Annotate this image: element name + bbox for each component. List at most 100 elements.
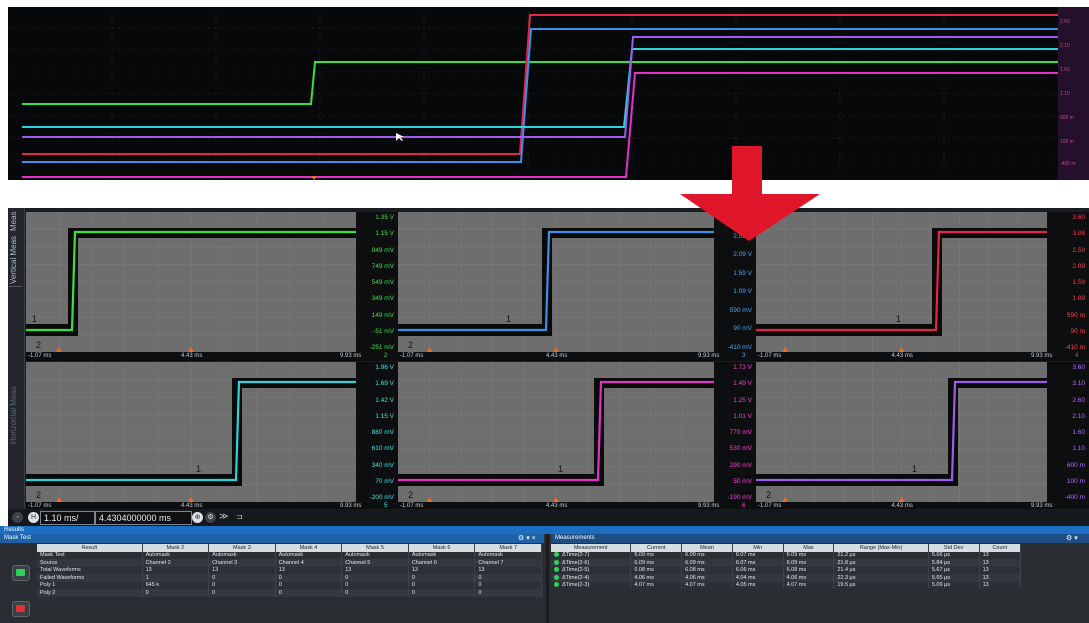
- column-header[interactable]: Mask 5: [341, 544, 409, 552]
- tab-vertical-meas[interactable]: Vertical Meas: [9, 234, 22, 287]
- mask-test-header: Mask Test: [0, 534, 544, 543]
- table-cell: 13: [979, 581, 1022, 589]
- tab-meas[interactable]: Meas: [9, 210, 22, 232]
- table-cell: 13: [474, 566, 542, 574]
- y-tick-label: 590 mV: [729, 306, 752, 314]
- mask-test-table: Result Mask 2 Mask 3 Mask 4 Mask 5 Mask 6 Mask…: [37, 544, 542, 597]
- gear-icon[interactable]: ⚙: [205, 512, 216, 523]
- y-tick-label: 590 m: [1066, 311, 1085, 319]
- position-input[interactable]: 4.4304000000 ms: [95, 511, 192, 525]
- panel-divider[interactable]: [546, 534, 549, 623]
- table-row[interactable]: ΔTime(2-6) 6.09 ms 6.09 ms 6.07 ms 6.09 ms 21…: [551, 559, 1022, 567]
- waveform-panel[interactable]: 12: [756, 362, 1047, 502]
- y-tick-label: 1.60: [1072, 429, 1085, 436]
- column-header[interactable]: Mask 2: [142, 544, 210, 552]
- table-cell: 0: [208, 574, 276, 582]
- table-cell: Channel 7: [474, 559, 542, 567]
- status-dot-icon: [554, 567, 559, 573]
- table-cell: 645 k: [142, 581, 210, 589]
- waveform-panel[interactable]: 12: [26, 212, 356, 352]
- table-cell: 6.09 ms: [630, 551, 683, 559]
- y-axis-scale[interactable]: 3.60 3.10 2.60 2.10 1.60 1.10 600 m 100 m -400 m: [1047, 362, 1089, 502]
- column-header[interactable]: Mask 7: [474, 544, 542, 552]
- column-header[interactable]: Mask 3: [208, 544, 276, 552]
- measurements-gear-icon[interactable]: ⚙ ▾: [1066, 534, 1078, 542]
- table-row[interactable]: Failed Waveforms 1 0 0 0 0 0: [37, 574, 542, 582]
- table-cell: 0: [408, 589, 476, 597]
- x-tick-label: 9.93 ms: [1031, 353, 1053, 359]
- waveform-panel[interactable]: 12: [398, 362, 714, 502]
- waveform-panel[interactable]: 12: [398, 212, 714, 352]
- scope-display[interactable]: Meas Vertical Meas Horizontal Meas ✥ 121…: [8, 208, 1089, 526]
- y-tick-label: 770 mV: [729, 429, 752, 436]
- table-row[interactable]: Poly 1 645 k00000: [37, 581, 542, 589]
- table-cell: Automask: [408, 551, 476, 559]
- timescale-knob-icon[interactable]: H: [28, 512, 39, 523]
- column-header[interactable]: Count: [979, 544, 1022, 552]
- run-mask-test-button[interactable]: [12, 565, 30, 581]
- y-tick-label: 1.15 V: [375, 412, 394, 420]
- y-tick-label: 149 mV: [371, 311, 394, 319]
- table-cell: 13: [408, 566, 476, 574]
- table-cell: ΔTime(2-4): [551, 574, 632, 582]
- horizontal-menu-icon[interactable]: ◦: [12, 512, 23, 523]
- y-tick-label: 2.59: [1072, 246, 1085, 254]
- table-row[interactable]: Poly 2000000: [37, 589, 542, 597]
- table-row[interactable]: ΔTime(2-3) 4.07 ms 4.07 ms 4.05 ms 4.07 ms 19…: [551, 581, 1022, 589]
- table-row[interactable]: Total Waveforms 13 13 13 13 13 13: [37, 566, 542, 574]
- table-cell: 0: [474, 574, 542, 582]
- table-cell: Failed Waveforms: [37, 574, 143, 582]
- play-arrow-icon[interactable]: ≫: [219, 511, 228, 522]
- table-row[interactable]: ΔTime(2-5) 6.08 ms 6.08 ms 6.06 ms 6.08 ms 21…: [551, 566, 1022, 574]
- mask-region-label: 2: [408, 340, 414, 350]
- column-header[interactable]: Mask 6: [408, 544, 476, 552]
- column-header[interactable]: Measurement: [551, 544, 632, 552]
- column-header[interactable]: Mean: [681, 544, 733, 552]
- expand-icon[interactable]: ⊐: [236, 512, 243, 521]
- column-header[interactable]: Std Dev: [928, 544, 980, 552]
- mask-region-label: 1: [896, 314, 902, 324]
- column-header[interactable]: Range (Max-Min): [833, 544, 929, 552]
- stop-mask-test-button[interactable]: [12, 601, 30, 617]
- play-icon: [16, 569, 25, 576]
- measurements-table: Measurement Current Mean Min Max Range (Max-M…: [551, 544, 1022, 589]
- waveform-panel[interactable]: 12: [26, 362, 356, 502]
- channel-number: 2: [384, 353, 388, 359]
- table-cell: Automask: [474, 551, 542, 559]
- tab-horizontal-meas[interactable]: Horizontal Meas: [9, 378, 22, 453]
- zoom-icon[interactable]: ⊕: [192, 512, 203, 523]
- y-axis-scale[interactable]: 1.73 V 1.49 V 1.25 V 1.01 V 770 mV 530 mV 290 …: [714, 362, 756, 502]
- table-cell: 4.04 ms: [732, 574, 784, 582]
- column-header[interactable]: Mask 4: [275, 544, 343, 552]
- table-row[interactable]: Mask Test Automask Automask Automask Automas…: [37, 551, 542, 559]
- overview-waveform-display[interactable]: 2.60 2.10 1.60 1.10 600 m 100 m -400 m: [8, 7, 1089, 180]
- y-tick-label: 549 mV: [371, 279, 394, 286]
- table-row[interactable]: ΔTime(2-4) 4.06 ms 4.06 ms 4.04 ms 4.06 ms 22…: [551, 574, 1022, 582]
- y-axis-scale[interactable]: 3.60 3.08 2.59 2.09 1.59 1.09 590 m 90 m -410 m: [1047, 212, 1089, 352]
- y-tick-label: 1.10: [1072, 445, 1085, 453]
- y-axis-scale[interactable]: 1.35 V 1.15 V 949 mV 749 mV 549 mV 349 mV 149 …: [356, 212, 398, 352]
- y-tick-label: 1.59 V: [733, 269, 752, 277]
- overview-scale-label: -400 m: [1060, 161, 1076, 167]
- column-header[interactable]: Min: [732, 544, 784, 552]
- y-tick-label: 1.69 V: [375, 380, 394, 388]
- table-cell: 4.07 ms: [630, 581, 683, 589]
- table-row[interactable]: Source Channel 2 Channel 3 Channel 4 Channel…: [37, 559, 542, 567]
- column-header[interactable]: Current: [630, 544, 683, 552]
- overview-trace-red: [22, 14, 1058, 155]
- column-header[interactable]: Result: [37, 544, 143, 552]
- timescale-input[interactable]: 1.10 ms/: [40, 511, 95, 525]
- y-tick-label: 349 mV: [371, 295, 394, 303]
- side-tabs: Meas Vertical Meas Horizontal Meas: [8, 208, 25, 526]
- measurements-header: Measurements: [551, 534, 1089, 543]
- settings-gear-icon[interactable]: ⚙ ▾ ×: [518, 534, 536, 542]
- status-dot-icon: [554, 574, 559, 580]
- table-cell: 6.08 ms: [681, 566, 733, 574]
- table-row[interactable]: ΔTime(2-7) 6.09 ms 6.09 ms 6.07 ms 6.09 ms 21…: [551, 551, 1022, 559]
- y-tick-label: 1.25 V: [733, 396, 752, 404]
- y-axis-scale[interactable]: 1.96 V 1.69 V 1.42 V 1.15 V 880 mV 610 mV 340 …: [356, 362, 398, 502]
- mouse-cursor-icon: [396, 133, 404, 141]
- column-header[interactable]: Max: [783, 544, 835, 552]
- overview-scale-label: 1.10: [1060, 91, 1070, 97]
- stop-icon: [16, 605, 25, 612]
